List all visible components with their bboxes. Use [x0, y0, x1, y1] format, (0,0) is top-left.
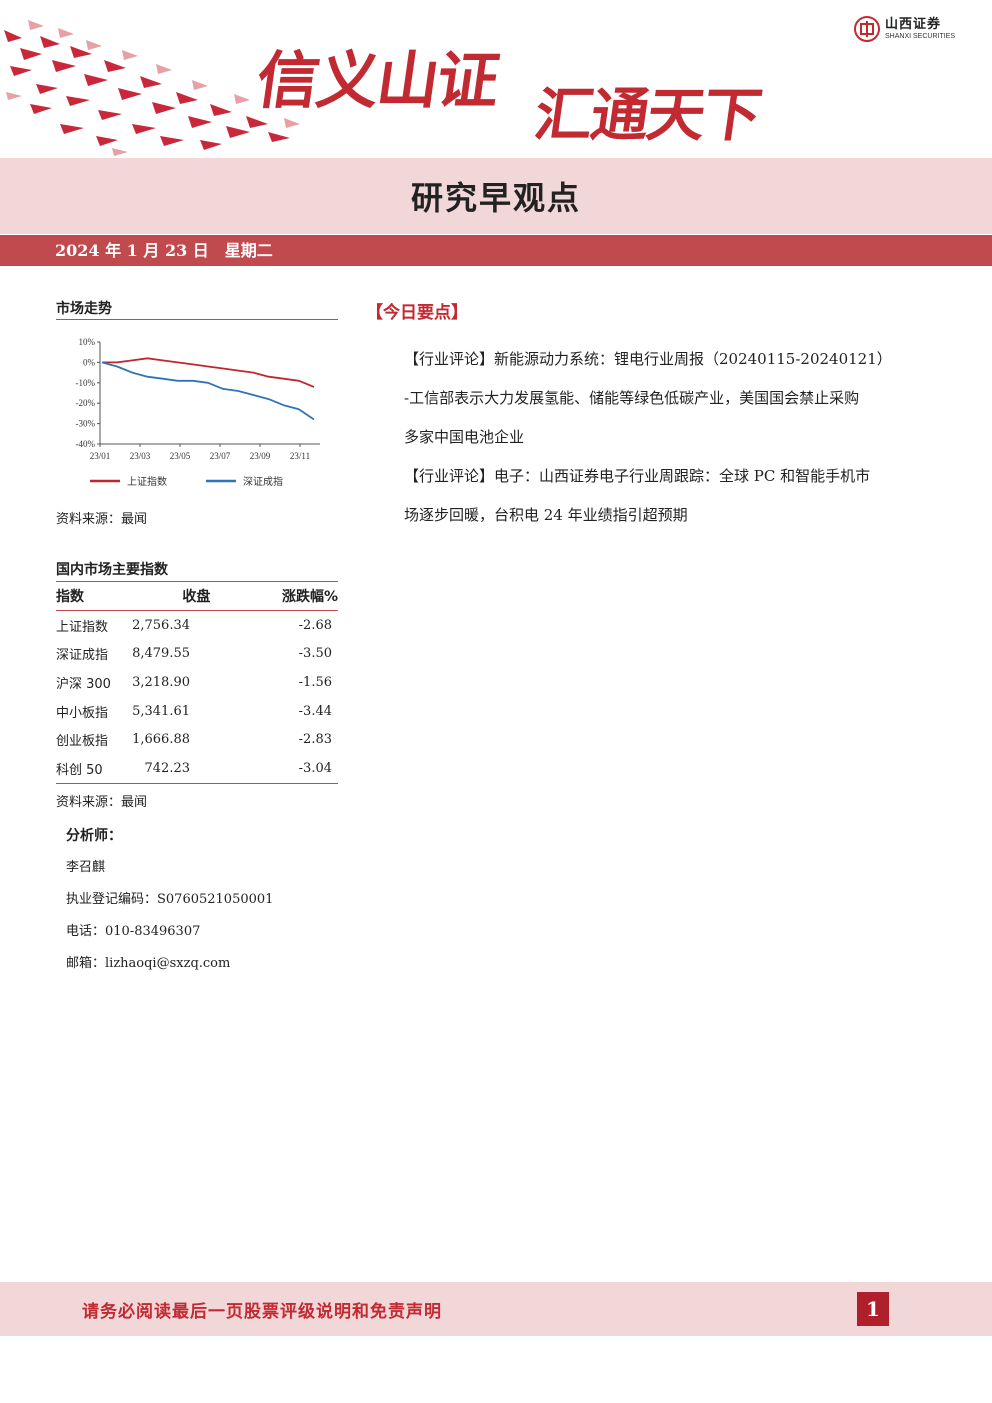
key-points-title: 【今日要点】 [366, 303, 468, 323]
key-point-line: 场逐步回暖，台积电 24 年业绩指引超预期 [404, 506, 688, 524]
index-close: 1,666.88 [132, 732, 190, 748]
legend-label: 上证指数 [127, 475, 167, 488]
x-tick-label: 23/01 [90, 451, 111, 461]
table-row: 中小板指 5,341.61 -3.44 [56, 697, 338, 726]
index-name: 科创 50 [56, 753, 117, 784]
x-tick-label: 23/07 [210, 451, 231, 461]
table-row: 科创 50 742.23 -3.04 [56, 753, 338, 784]
index-table: 指数 收盘 涨跌幅% 上证指数 2,756.34 -2.68 深证成指 8,47… [56, 582, 338, 784]
logo-name-en: SHANXI SECURITIES [885, 33, 956, 40]
y-tick-label: -40% [76, 439, 96, 449]
key-point-line: 【行业评论】电子：山西证券电子行业周跟踪：全球 PC 和智能手机市 [404, 467, 871, 485]
slogan-part1: 信义山证 [252, 44, 503, 117]
index-close: 8,479.55 [132, 646, 190, 662]
key-point-line: -工信部表示大力发展氢能、储能等绿色低碳产业，美国国会禁止采购 [404, 389, 860, 407]
x-tick-label: 23/03 [130, 451, 151, 461]
date-bar: 2024 年 1 月 23 日 星期二 [0, 235, 992, 266]
index-name: 上证指数 [56, 619, 109, 635]
analyst-name: 李召麒 [66, 860, 106, 875]
index-change: -3.50 [298, 646, 332, 662]
header-close: 收盘 [116, 582, 276, 611]
analyst-phone: 电话：010-83496307 [66, 924, 201, 939]
key-point-line: 【行业评论】新能源动力系统：锂电行业周报（20240115-20240121） [404, 350, 892, 368]
table-row: 创业板指 1,666.88 -2.83 [56, 725, 338, 754]
table-row: 上证指数 2,756.34 -2.68 [56, 611, 338, 640]
header-change: 涨跌幅% [276, 582, 338, 611]
index-change: -3.04 [276, 753, 338, 784]
index-table-title: 国内市场主要指数 [56, 562, 168, 578]
chart-source: 资料来源：最闻 [56, 512, 148, 527]
header-index: 指数 [56, 582, 117, 611]
report-date: 2024 年 1 月 23 日 星期二 [55, 241, 273, 260]
page-number: 1 [857, 1292, 889, 1326]
series-line-2 [101, 361, 315, 421]
index-close: 2,756.34 [132, 617, 190, 633]
disclaimer-notice: 请务必阅读最后一页股票评级说明和免责声明 [82, 1302, 442, 1322]
y-tick-label: 0% [83, 357, 96, 367]
logo-name-cn: 山西证券 [885, 17, 942, 32]
y-tick-label: -20% [76, 398, 96, 408]
index-close: 742.23 [116, 753, 276, 784]
index-close: 3,218.90 [132, 674, 190, 690]
table-row: 沪深 300 3,218.90 -1.56 [56, 668, 338, 697]
market-trend-chart: 10% 0% -10% -20% -30% -40% 23/01 23/03 23/05 23/0… [76, 337, 320, 488]
index-name: 创业板指 [56, 734, 109, 750]
footer-band: 请务必阅读最后一页股票评级说明和免责声明 1 [0, 1282, 992, 1336]
table-row: 深证成指 8,479.55 -3.50 [56, 640, 338, 669]
index-close: 5,341.61 [132, 703, 190, 719]
legend-label: 深证成指 [243, 475, 283, 488]
market-trend-title: 市场走势 [56, 301, 112, 317]
table-source: 资料来源：最闻 [56, 795, 148, 810]
index-change: -2.68 [298, 617, 332, 633]
index-name: 中小板指 [56, 705, 109, 721]
header-banner: 信义山证 汇通天下 山西证券 SHANXI SECURITIES [0, 0, 992, 158]
x-tick-label: 23/11 [290, 451, 310, 461]
key-points-body: 【行业评论】新能源动力系统：锂电行业周报（20240115-20240121） … [404, 340, 936, 535]
market-trend-rule [56, 319, 338, 320]
y-tick-label: -30% [76, 419, 96, 429]
slogan-part2: 汇通天下 [530, 81, 765, 149]
logo-emblem-icon [854, 16, 880, 42]
y-tick-label: 10% [79, 337, 96, 347]
x-tick-label: 23/05 [170, 451, 191, 461]
table-header-row: 指数 收盘 涨跌幅% [56, 582, 338, 611]
analyst-info: 分析师： 李召麒 执业登记编码：S0760521050001 电话：010-83… [66, 820, 273, 980]
index-change: -1.56 [298, 674, 332, 690]
report-title-band: 研究早观点 [0, 158, 992, 234]
index-name: 深证成指 [56, 648, 109, 664]
index-name: 沪深 300 [56, 676, 111, 692]
analyst-label: 分析师： [66, 828, 122, 844]
index-change: -2.83 [298, 732, 332, 748]
y-tick-label: -10% [76, 378, 96, 388]
analyst-email: 邮箱：lizhaoqi@sxzq.com [66, 956, 231, 971]
report-title: 研究早观点 [410, 179, 581, 217]
x-tick-label: 23/09 [250, 451, 271, 461]
index-change: -3.44 [298, 703, 332, 719]
analyst-registration: 执业登记编码：S0760521050001 [66, 892, 274, 907]
key-point-line: 多家中国电池企业 [404, 428, 525, 446]
company-logo: 山西证券 SHANXI SECURITIES [854, 16, 955, 42]
